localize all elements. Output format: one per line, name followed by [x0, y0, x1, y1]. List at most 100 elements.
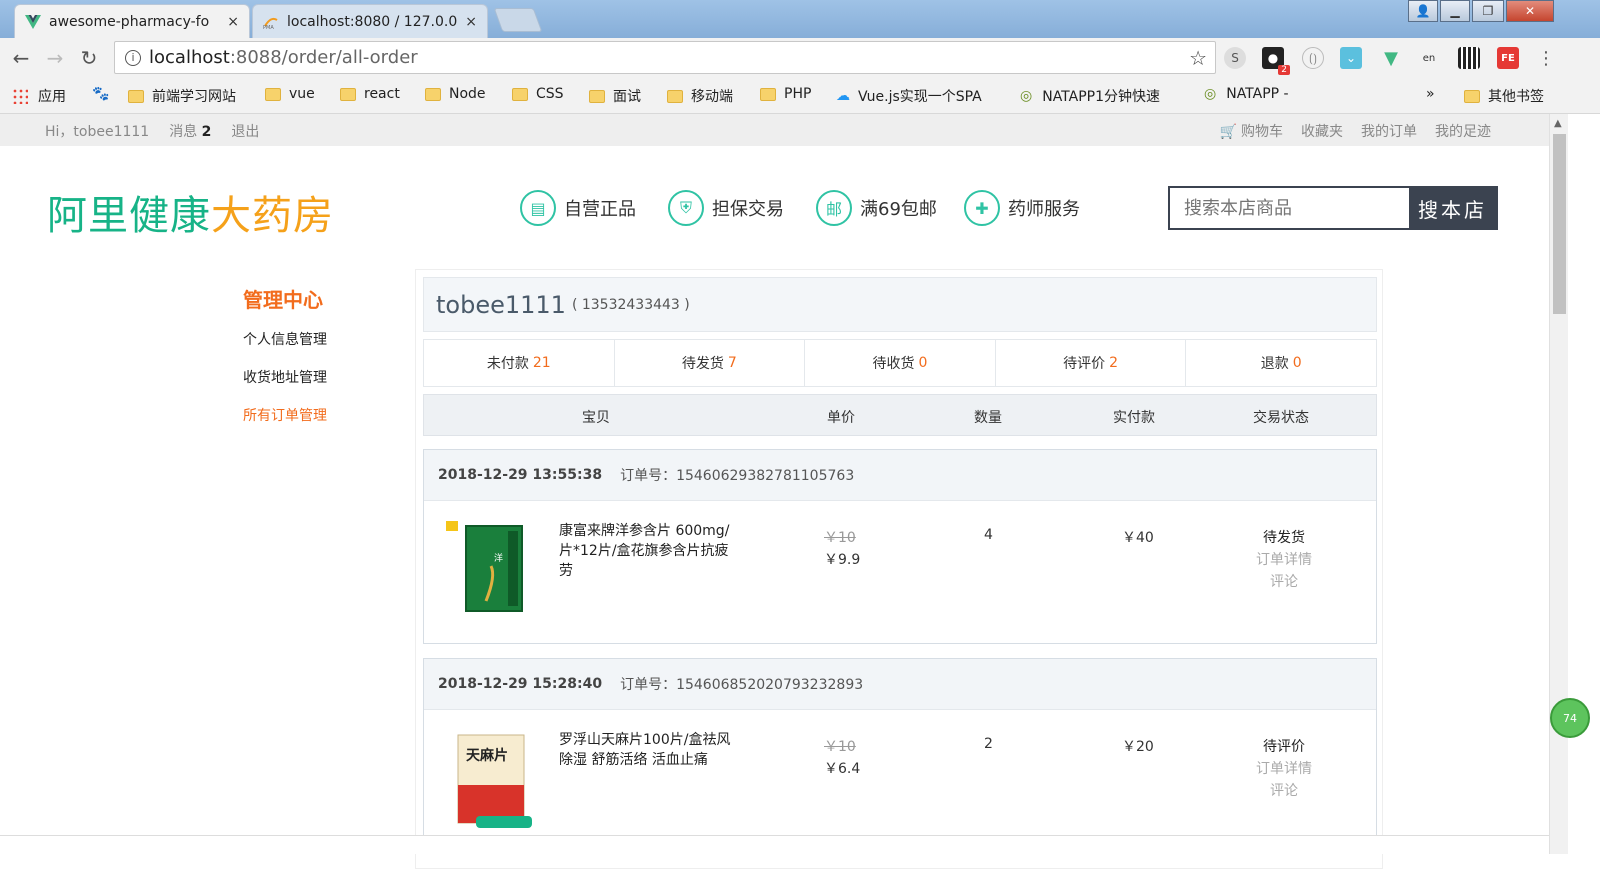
browser-tab-bar: awesome-pharmacy-fo × PMA localhost:8080… — [0, 0, 1600, 38]
bookmark-natapp-2[interactable]: ◎ NATAPP - — [1204, 86, 1289, 102]
comment-link[interactable]: 评论 — [1249, 571, 1319, 593]
address-bar[interactable]: i localhost:8088/order/all-order ☆ — [114, 41, 1216, 74]
tab-awesome-pharmacy[interactable]: awesome-pharmacy-fo × — [14, 4, 250, 38]
quantity: 2 — [984, 736, 993, 752]
product-name[interactable]: 康富来牌洋参含片 600mg/片*12片/盒花旗参含片抗疲劳 — [559, 521, 734, 581]
bookmark-folder[interactable]: react — [340, 86, 400, 102]
stat-to-receive[interactable]: 待收货 0 — [805, 340, 996, 386]
bookmark-label: vue — [289, 86, 315, 102]
bookmark-apps[interactable]: 应用 — [12, 86, 66, 106]
new-tab-button[interactable] — [493, 8, 543, 32]
service-label: 自营正品 — [564, 199, 636, 220]
bookmark-folder[interactable]: 面试 — [589, 86, 641, 106]
bookmark-natapp-1[interactable]: ◎ NATAPP1分钟快速 — [1020, 86, 1190, 106]
sidebar-item-address[interactable]: 收货地址管理 — [243, 367, 327, 387]
search-button[interactable]: 搜本店 — [1409, 188, 1496, 228]
stat-count: 0 — [1292, 355, 1302, 371]
user-profile-icon[interactable]: 👤 — [1408, 0, 1438, 22]
favorites-link[interactable]: 收藏夹 — [1301, 121, 1343, 141]
bookmark-label: Vue.js实现一个SPA — [858, 89, 982, 105]
site-logo[interactable]: 阿里健康大药房 — [47, 183, 334, 241]
minimize-icon[interactable]: ▁ — [1440, 0, 1470, 22]
browser-toolbar: ← → ↻ i localhost:8088/order/all-order ☆… — [0, 38, 1600, 78]
floating-widget-button[interactable]: 74 — [1550, 698, 1590, 738]
comment-link[interactable]: 评论 — [1249, 780, 1319, 802]
bookmark-folder[interactable]: CSS — [512, 86, 564, 102]
close-tab-icon[interactable]: × — [465, 14, 477, 30]
bookmark-label: react — [364, 86, 400, 102]
messages-link[interactable]: 消息 2 — [169, 121, 211, 141]
scroll-thumb[interactable] — [1553, 134, 1566, 314]
original-price: ￥10 — [824, 739, 856, 755]
stat-label: 待收货 — [872, 356, 915, 372]
right-margin — [1568, 114, 1600, 854]
stat-count: 2 — [1109, 355, 1119, 371]
close-window-icon[interactable]: ✕ — [1506, 0, 1554, 22]
folder-icon — [589, 89, 605, 103]
bookmark-folder[interactable]: PHP — [760, 86, 811, 102]
shield-icon: ⛨ — [668, 190, 704, 226]
info-icon[interactable]: i — [125, 49, 141, 66]
bookmark-folder[interactable]: 前端学习网站 — [128, 86, 236, 106]
product-image[interactable]: 天麻片 — [446, 730, 536, 830]
svg-text:洋: 洋 — [494, 552, 503, 564]
status-bar — [0, 835, 1549, 854]
tab-phpmyadmin[interactable]: PMA localhost:8080 / 127.0.0 × — [252, 4, 488, 38]
back-icon[interactable]: ← — [6, 46, 36, 70]
stat-label: 未付款 — [486, 356, 529, 372]
bookmark-folder[interactable]: vue — [265, 86, 315, 102]
bookmarks-overflow-button[interactable]: » — [1426, 86, 1435, 102]
forward-icon[interactable]: → — [40, 46, 70, 70]
pocket-extension-icon[interactable]: ⌄ — [1340, 47, 1362, 69]
close-tab-icon[interactable]: × — [227, 14, 239, 30]
logo-green-text: 阿里健康 — [47, 193, 211, 239]
service-pharmacist: ✚ 药师服务 — [964, 190, 1080, 226]
logout-link[interactable]: 退出 — [231, 121, 259, 141]
translate-extension-icon[interactable]: en — [1418, 47, 1440, 69]
bookmark-folder[interactable]: 移动端 — [667, 86, 733, 106]
user-info-box: tobee1111 ( 13532433443 ) — [423, 277, 1377, 332]
restore-icon[interactable]: ❐ — [1472, 0, 1504, 22]
bookmark-vue-spa[interactable]: ☁ Vue.js实现一个SPA — [836, 86, 1006, 106]
order-panel: tobee1111 ( 13532433443 ) 未付款 21 待发货 7 待收货… — [415, 269, 1383, 869]
sidebar-item-profile[interactable]: 个人信息管理 — [243, 329, 327, 349]
order-detail-link[interactable]: 订单详情 — [1249, 549, 1319, 571]
cart-link[interactable]: 🛒 购物车 — [1220, 121, 1283, 141]
my-orders-link[interactable]: 我的订单 — [1361, 121, 1417, 141]
bookmark-star-icon[interactable]: ☆ — [1189, 46, 1207, 70]
product-image[interactable]: 洋 — [446, 521, 536, 621]
search-input[interactable] — [1170, 188, 1409, 228]
mail-icon: 邮 — [816, 190, 852, 226]
s-extension-icon[interactable]: S — [1224, 47, 1246, 69]
messages-count: 2 — [201, 124, 212, 140]
bookmark-folder[interactable]: Node — [425, 86, 486, 102]
service-free-shipping: 邮满69包邮 — [816, 190, 937, 226]
folder-icon — [667, 89, 683, 103]
menu-icon[interactable]: ⋮ — [1535, 47, 1557, 69]
scroll-up-icon[interactable]: ▲ — [1554, 118, 1562, 129]
reload-icon[interactable]: ↻ — [74, 46, 104, 70]
stat-label: 退款 — [1260, 356, 1289, 372]
braces-extension-icon[interactable]: ⟮⟯ — [1302, 47, 1324, 69]
paid-amount: ￥20 — [1122, 739, 1154, 755]
stat-unpaid[interactable]: 未付款 21 — [424, 340, 615, 386]
stat-to-ship[interactable]: 待发货 7 — [615, 340, 806, 386]
stat-label: 待评价 — [1063, 356, 1106, 372]
qrcode-extension-icon[interactable] — [1458, 47, 1480, 69]
cloud-icon: ☁ — [836, 88, 850, 104]
page-scrollbar[interactable]: ▲ — [1549, 114, 1568, 854]
stat-refund[interactable]: 退款 0 — [1186, 340, 1376, 386]
order-detail-link[interactable]: 订单详情 — [1249, 758, 1319, 780]
notification-extension-icon[interactable]: ● 2 — [1262, 47, 1290, 75]
sidebar-item-orders[interactable]: 所有订单管理 — [243, 405, 327, 425]
product-name[interactable]: 罗浮山天麻片100片/盒祛风除湿 舒筋活络 活血止痛 — [559, 730, 734, 770]
vue-logo-icon — [25, 14, 41, 29]
bookmark-label: 应用 — [38, 89, 66, 105]
bookmark-other[interactable]: 其他书签 — [1464, 86, 1544, 106]
bookmark-baidu[interactable]: 🐾 — [92, 86, 121, 102]
vue-devtools-icon[interactable]: ▼ — [1380, 47, 1402, 69]
fe-extension-icon[interactable]: FE — [1497, 47, 1519, 69]
stat-to-review[interactable]: 待评价 2 — [996, 340, 1187, 386]
footprints-link[interactable]: 我的足迹 — [1435, 121, 1491, 141]
quantity: 4 — [984, 527, 993, 543]
